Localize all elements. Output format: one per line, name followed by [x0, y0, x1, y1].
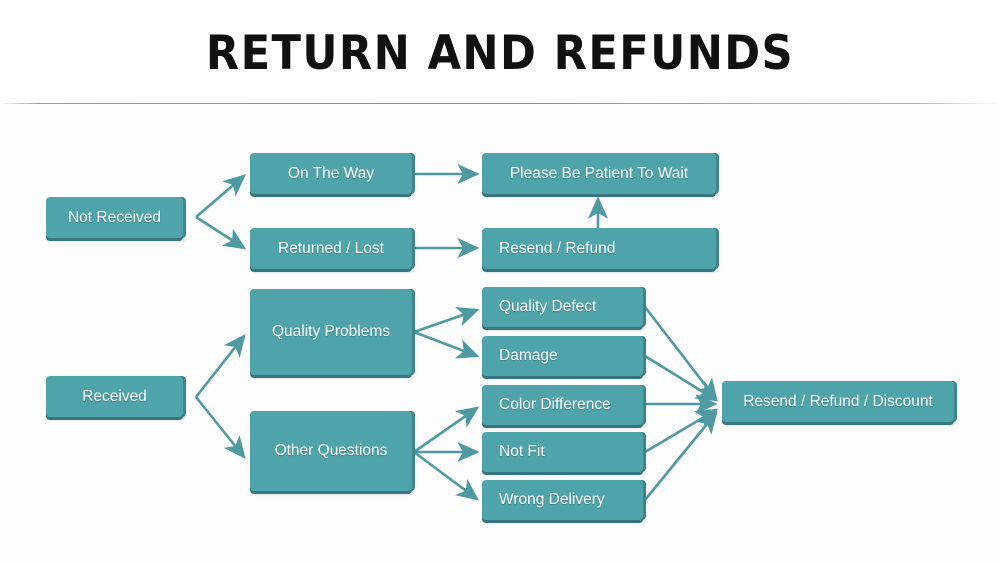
node-wrong-delivery[interactable]: Wrong Delivery [482, 480, 643, 520]
edge-not-received-on-the-way [195, 174, 246, 218]
node-label: Quality Defect [499, 298, 597, 316]
node-returned-lost[interactable]: Returned / Lost [250, 228, 412, 269]
edge-damage-final [644, 354, 719, 402]
node-please-be-patient-to-wait[interactable]: Please Be Patient To Wait [482, 153, 716, 194]
node-damage[interactable]: Damage [482, 336, 643, 376]
node-label: Please Be Patient To Wait [509, 164, 689, 182]
node-label: Color Difference [499, 396, 611, 414]
node-label: Returned / Lost [278, 239, 384, 257]
slide-canvas: RETURN AND REFUNDS Not Received Received… [0, 0, 1000, 562]
node-resend-refund[interactable]: Resend / Refund [482, 228, 716, 269]
node-not-received[interactable]: Not Received [46, 197, 183, 238]
flowchart-connectors [194, 163, 719, 501]
node-label: Resend / Refund [499, 239, 616, 257]
node-label: Quality Problems [271, 323, 390, 341]
edge-quality-problems-quality-defect [413, 306, 480, 334]
node-label: On The Way [287, 164, 375, 182]
node-label: Resend / Refund / Discount [743, 392, 933, 410]
node-other-questions[interactable]: Other Questions [250, 411, 412, 491]
edge-not-fit-final [644, 408, 719, 454]
node-label: Not Fit [499, 443, 545, 461]
node-color-difference[interactable]: Color Difference [482, 385, 643, 425]
edge-quality-problems-damage [413, 330, 480, 359]
edge-received-quality-problems [194, 333, 246, 398]
edge-other-questions-wrong-delivery [413, 450, 480, 501]
node-on-the-way[interactable]: On The Way [250, 153, 412, 194]
node-quality-defect[interactable]: Quality Defect [482, 287, 643, 327]
node-label: Received [82, 387, 147, 405]
node-not-fit[interactable]: Not Fit [482, 432, 643, 472]
node-quality-problems[interactable]: Quality Problems [250, 289, 412, 375]
node-label: Not Received [67, 208, 162, 226]
node-resend-refund-discount[interactable]: Resend / Refund / Discount [722, 381, 954, 422]
edge-not-received-returned-lost [195, 215, 247, 250]
edge-wrong-delivery-final [643, 410, 718, 501]
edge-other-questions-color-difference [413, 406, 480, 454]
edge-quality-defect-final [643, 306, 718, 402]
node-label: Wrong Delivery [499, 491, 605, 509]
node-received[interactable]: Received [46, 376, 183, 417]
node-label: Damage [499, 347, 558, 365]
edge-received-other-questions [194, 396, 246, 460]
node-label: Other Questions [274, 442, 388, 460]
